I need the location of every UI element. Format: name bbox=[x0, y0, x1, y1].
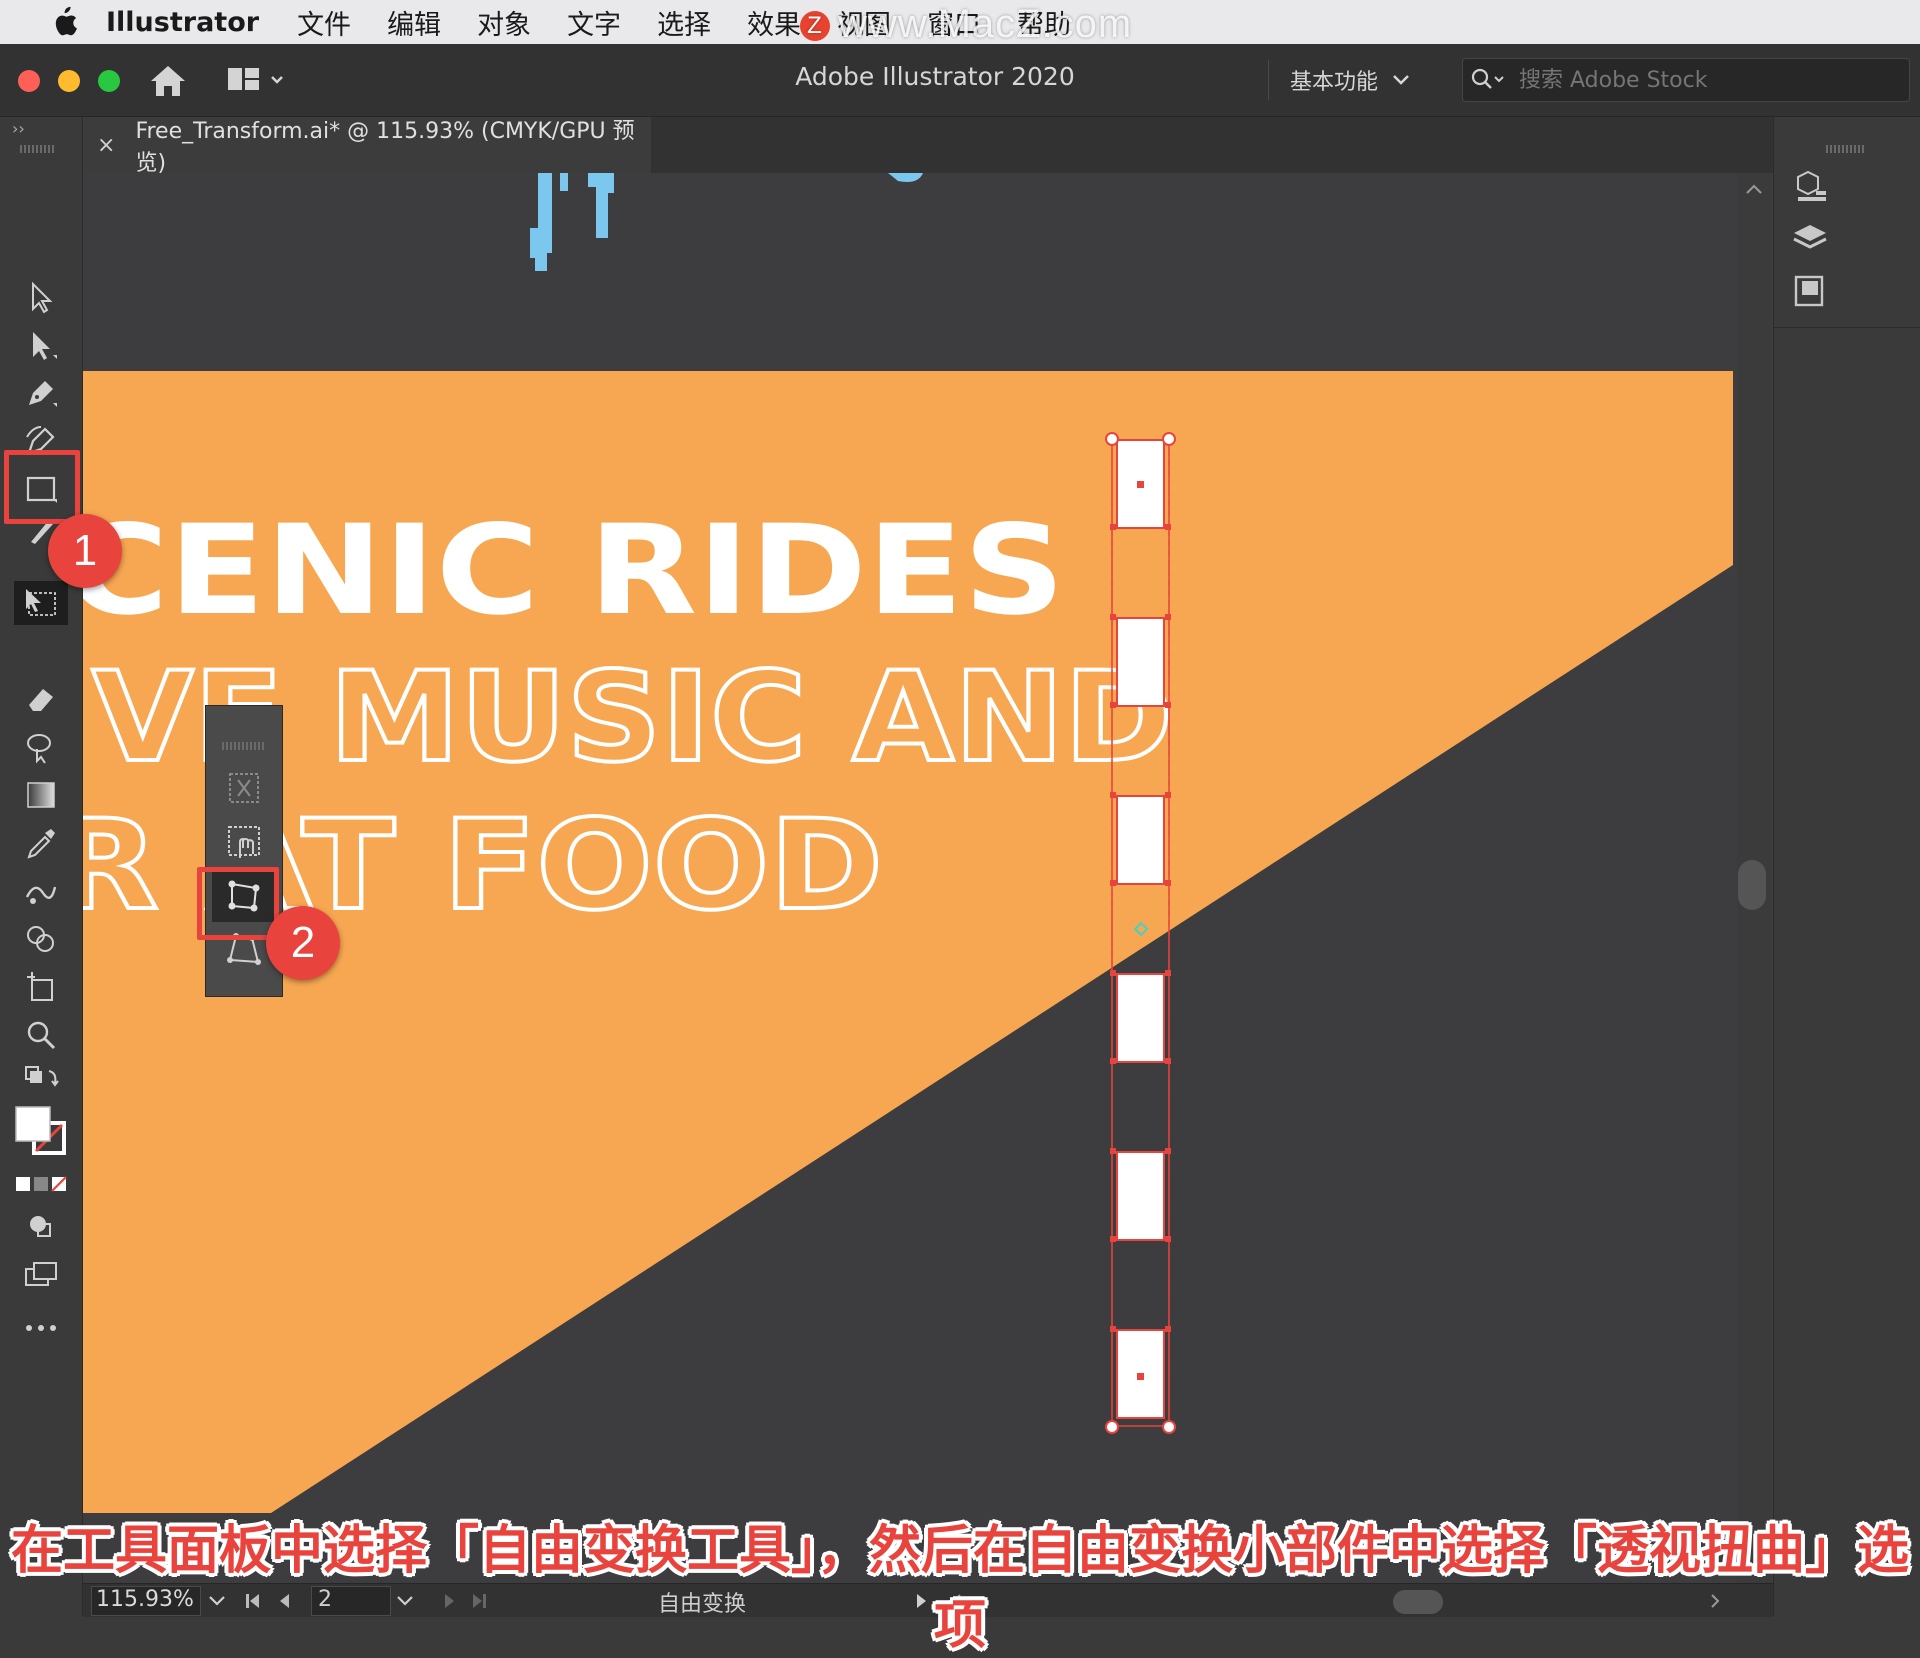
eyedropper-tool[interactable] bbox=[14, 821, 68, 865]
apple-icon[interactable] bbox=[42, 0, 86, 44]
step-2-badge: 2 bbox=[266, 906, 340, 980]
step-1-badge: 1 bbox=[48, 514, 122, 588]
more-icon bbox=[26, 1325, 56, 1331]
highlight-free-transform bbox=[4, 450, 80, 524]
direct-selection-arrow-icon bbox=[33, 332, 57, 360]
lasso-zoom-tool[interactable] bbox=[14, 725, 68, 769]
workspace-switcher[interactable]: 基本功能 bbox=[1290, 64, 1410, 96]
tools-panel: ›› bbox=[0, 117, 83, 1616]
menu-file[interactable]: 文件 bbox=[297, 3, 351, 42]
document-tab-label: Free_Transform.ai* @ 115.93% (CMYK/GPU 预… bbox=[135, 119, 635, 176]
selection-arrow-icon bbox=[32, 281, 53, 314]
shape-builder-icon bbox=[27, 926, 54, 952]
panel-grip-right[interactable] bbox=[1826, 145, 1866, 153]
artwork: CENIC RIDES IVE MUSIC AND R AT FOOD bbox=[83, 173, 1733, 1513]
menu-type[interactable]: 文字 bbox=[567, 3, 621, 42]
scroll-up-icon[interactable] bbox=[1737, 179, 1771, 203]
fill-stroke-swatches[interactable] bbox=[14, 1101, 68, 1161]
draw-mode-button[interactable] bbox=[14, 1205, 68, 1249]
layers-panel-button[interactable] bbox=[1788, 217, 1832, 261]
shape-builder-tool[interactable] bbox=[14, 917, 68, 961]
search-input[interactable] bbox=[1517, 66, 1881, 94]
eraser-icon bbox=[29, 689, 53, 711]
libraries-icon bbox=[1794, 275, 1824, 307]
blue-artwork-fragment bbox=[530, 173, 923, 271]
color-mode-icon bbox=[16, 1176, 67, 1192]
document-tabs: × Free_Transform.ai* @ 115.93% (CMYK/GPU… bbox=[83, 117, 1773, 176]
free-transform-tool[interactable] bbox=[14, 581, 68, 625]
libraries-panel-button[interactable] bbox=[1788, 165, 1832, 209]
tutorial-caption: 在工具面板中选择「自由变换工具」，然后在自由变换小部件中选择「透视扭曲」选项 bbox=[10, 1521, 1909, 1656]
artboard-icon bbox=[27, 972, 53, 1001]
application-bar: Adobe Illustrator 2020 基本功能 bbox=[0, 44, 1920, 117]
collapse-left-icon[interactable]: ›› bbox=[12, 119, 25, 138]
gradient-icon bbox=[27, 782, 55, 808]
screen-mode-icon bbox=[25, 1262, 57, 1286]
watermark-text: www.MacZ.com bbox=[838, 2, 1133, 46]
gradient-tool[interactable] bbox=[14, 773, 68, 817]
close-tab-icon[interactable]: × bbox=[97, 133, 115, 158]
artboard-canvas[interactable]: CENIC RIDES IVE MUSIC AND R AT FOOD bbox=[83, 173, 1773, 1583]
eyedropper-icon bbox=[27, 829, 55, 859]
fill-stroke-swatch-icon bbox=[15, 1106, 66, 1155]
watermark: Zwww.MacZ.com bbox=[800, 2, 1132, 47]
workspace-label: 基本功能 bbox=[1290, 70, 1379, 95]
layers-icon bbox=[1793, 225, 1827, 249]
right-panel-dock: ‹‹ bbox=[1773, 117, 1920, 1616]
chevron-down-icon bbox=[1393, 75, 1409, 85]
constrain-icon bbox=[229, 773, 259, 803]
menu-select[interactable]: 选择 bbox=[657, 3, 711, 42]
free-transform-icon bbox=[26, 589, 56, 616]
panel-grip[interactable] bbox=[20, 145, 56, 153]
screen-mode-button[interactable] bbox=[14, 1253, 68, 1297]
search-icon bbox=[1471, 68, 1504, 89]
artboard-tool[interactable] bbox=[14, 965, 68, 1009]
magnifier-icon bbox=[27, 1021, 56, 1050]
document-tab[interactable]: × Free_Transform.ai* @ 115.93% (CMYK/GPU… bbox=[83, 117, 651, 176]
puppet-warp-tool[interactable] bbox=[14, 869, 68, 913]
zoom-tool[interactable] bbox=[14, 1013, 68, 1057]
swap-fill-stroke[interactable] bbox=[14, 1061, 68, 1097]
menu-object[interactable]: 对象 bbox=[477, 3, 531, 42]
color-mode-buttons[interactable] bbox=[14, 1169, 68, 1199]
pen-icon bbox=[29, 381, 57, 407]
divider bbox=[1268, 60, 1269, 100]
watermark-logo: Z bbox=[800, 11, 830, 42]
adobe-stock-search[interactable] bbox=[1462, 58, 1910, 102]
edit-toolbar-button[interactable] bbox=[14, 1313, 68, 1343]
artwork-text-line1: CENIC RIDES bbox=[83, 499, 1065, 643]
selection-tool[interactable] bbox=[14, 275, 68, 319]
free-transform-option[interactable] bbox=[212, 816, 276, 868]
lasso-icon bbox=[27, 734, 51, 764]
scroll-thumb[interactable] bbox=[1738, 860, 1766, 910]
constrain-option[interactable] bbox=[212, 762, 276, 814]
panel-group bbox=[1774, 117, 1920, 328]
puppet-warp-icon bbox=[25, 886, 57, 904]
highlight-perspective-distort bbox=[197, 867, 279, 940]
libraries-panel-icon-button[interactable] bbox=[1788, 269, 1832, 313]
menu-effect[interactable]: 效果 bbox=[747, 3, 801, 42]
eraser-tool[interactable] bbox=[14, 677, 68, 721]
widget-grip[interactable] bbox=[222, 742, 266, 750]
properties-icon bbox=[1797, 170, 1826, 201]
draw-mode-icon bbox=[30, 1216, 51, 1237]
free-transform-hand-icon bbox=[228, 826, 260, 858]
swap-fill-stroke-icon bbox=[25, 1066, 59, 1087]
direct-selection-tool[interactable] bbox=[14, 323, 68, 367]
menu-app-name[interactable]: Illustrator bbox=[106, 7, 259, 38]
menu-edit[interactable]: 编辑 bbox=[387, 3, 441, 42]
pen-tool[interactable] bbox=[14, 371, 68, 415]
